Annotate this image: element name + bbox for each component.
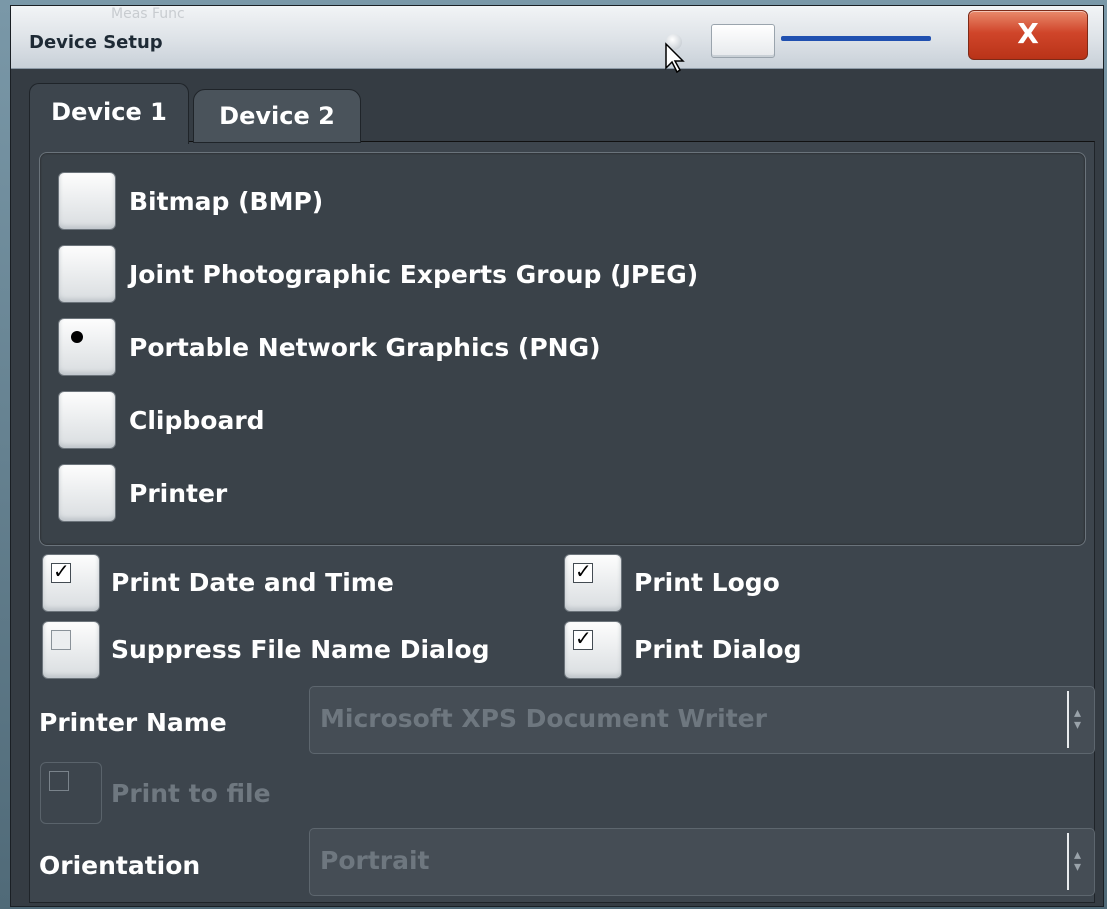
printer-name-value: Microsoft XPS Document Writer — [320, 704, 767, 733]
up-down-arrow-icon: ▴ ▾ — [1074, 847, 1082, 875]
checkmark-icon: ✓ — [53, 559, 70, 583]
close-button[interactable]: X — [968, 10, 1088, 60]
combo-divider — [1067, 833, 1069, 890]
radio-bitmap-label[interactable]: Bitmap (BMP) — [129, 187, 323, 216]
transparency-slider-thumb[interactable] — [711, 24, 775, 58]
print-dialog-checkbox[interactable]: ✓ — [564, 621, 622, 679]
print-dialog-label[interactable]: Print Dialog — [634, 635, 802, 664]
radio-selected-dot-icon — [71, 331, 83, 343]
print-date-time-label[interactable]: Print Date and Time — [111, 568, 394, 597]
transparency-slider-track[interactable] — [781, 36, 931, 41]
print-logo-checkbox[interactable]: ✓ — [564, 554, 622, 612]
checkmark-icon: ✓ — [575, 626, 592, 650]
radio-printer-label[interactable]: Printer — [129, 479, 227, 508]
background-window-title: Meas Func — [111, 6, 185, 22]
print-date-time-checkbox[interactable]: ✓ — [42, 554, 100, 612]
radio-png-label[interactable]: Portable Network Graphics (PNG) — [129, 333, 601, 362]
title-bar[interactable]: Meas Func Device Setup X — [11, 6, 1103, 74]
printer-name-select[interactable]: Microsoft XPS Document Writer ▴ ▾ — [309, 686, 1095, 754]
radio-jpeg-label[interactable]: Joint Photographic Experts Group (JPEG) — [129, 260, 698, 289]
tab-device-1[interactable]: Device 1 — [29, 83, 189, 144]
radio-jpeg[interactable] — [58, 245, 116, 303]
radio-clipboard[interactable] — [58, 391, 116, 449]
tab-device-2[interactable]: Device 2 — [193, 89, 361, 143]
checkmark-icon: ✓ — [575, 559, 592, 583]
orientation-value: Portrait — [320, 846, 430, 875]
print-to-file-checkbox[interactable] — [40, 762, 102, 824]
radio-png[interactable] — [58, 318, 116, 376]
up-down-arrow-icon: ▴ ▾ — [1074, 705, 1082, 733]
orientation-select[interactable]: Portrait ▴ ▾ — [309, 828, 1095, 896]
radio-bitmap[interactable] — [58, 172, 116, 230]
printer-name-label: Printer Name — [39, 708, 227, 737]
radio-printer[interactable] — [58, 464, 116, 522]
orientation-label: Orientation — [39, 851, 201, 880]
print-logo-label[interactable]: Print Logo — [634, 568, 780, 597]
combo-divider — [1067, 691, 1069, 748]
dialog-title: Device Setup — [29, 32, 163, 53]
mouse-cursor-icon — [665, 42, 685, 74]
suppress-file-name-dialog-label[interactable]: Suppress File Name Dialog — [111, 635, 490, 664]
print-to-file-label[interactable]: Print to file — [111, 779, 271, 808]
device-setup-dialog: Meas Func Device Setup X Device 2 Device… — [10, 5, 1104, 907]
radio-clipboard-label[interactable]: Clipboard — [129, 406, 265, 435]
suppress-file-name-dialog-checkbox[interactable] — [42, 621, 100, 679]
